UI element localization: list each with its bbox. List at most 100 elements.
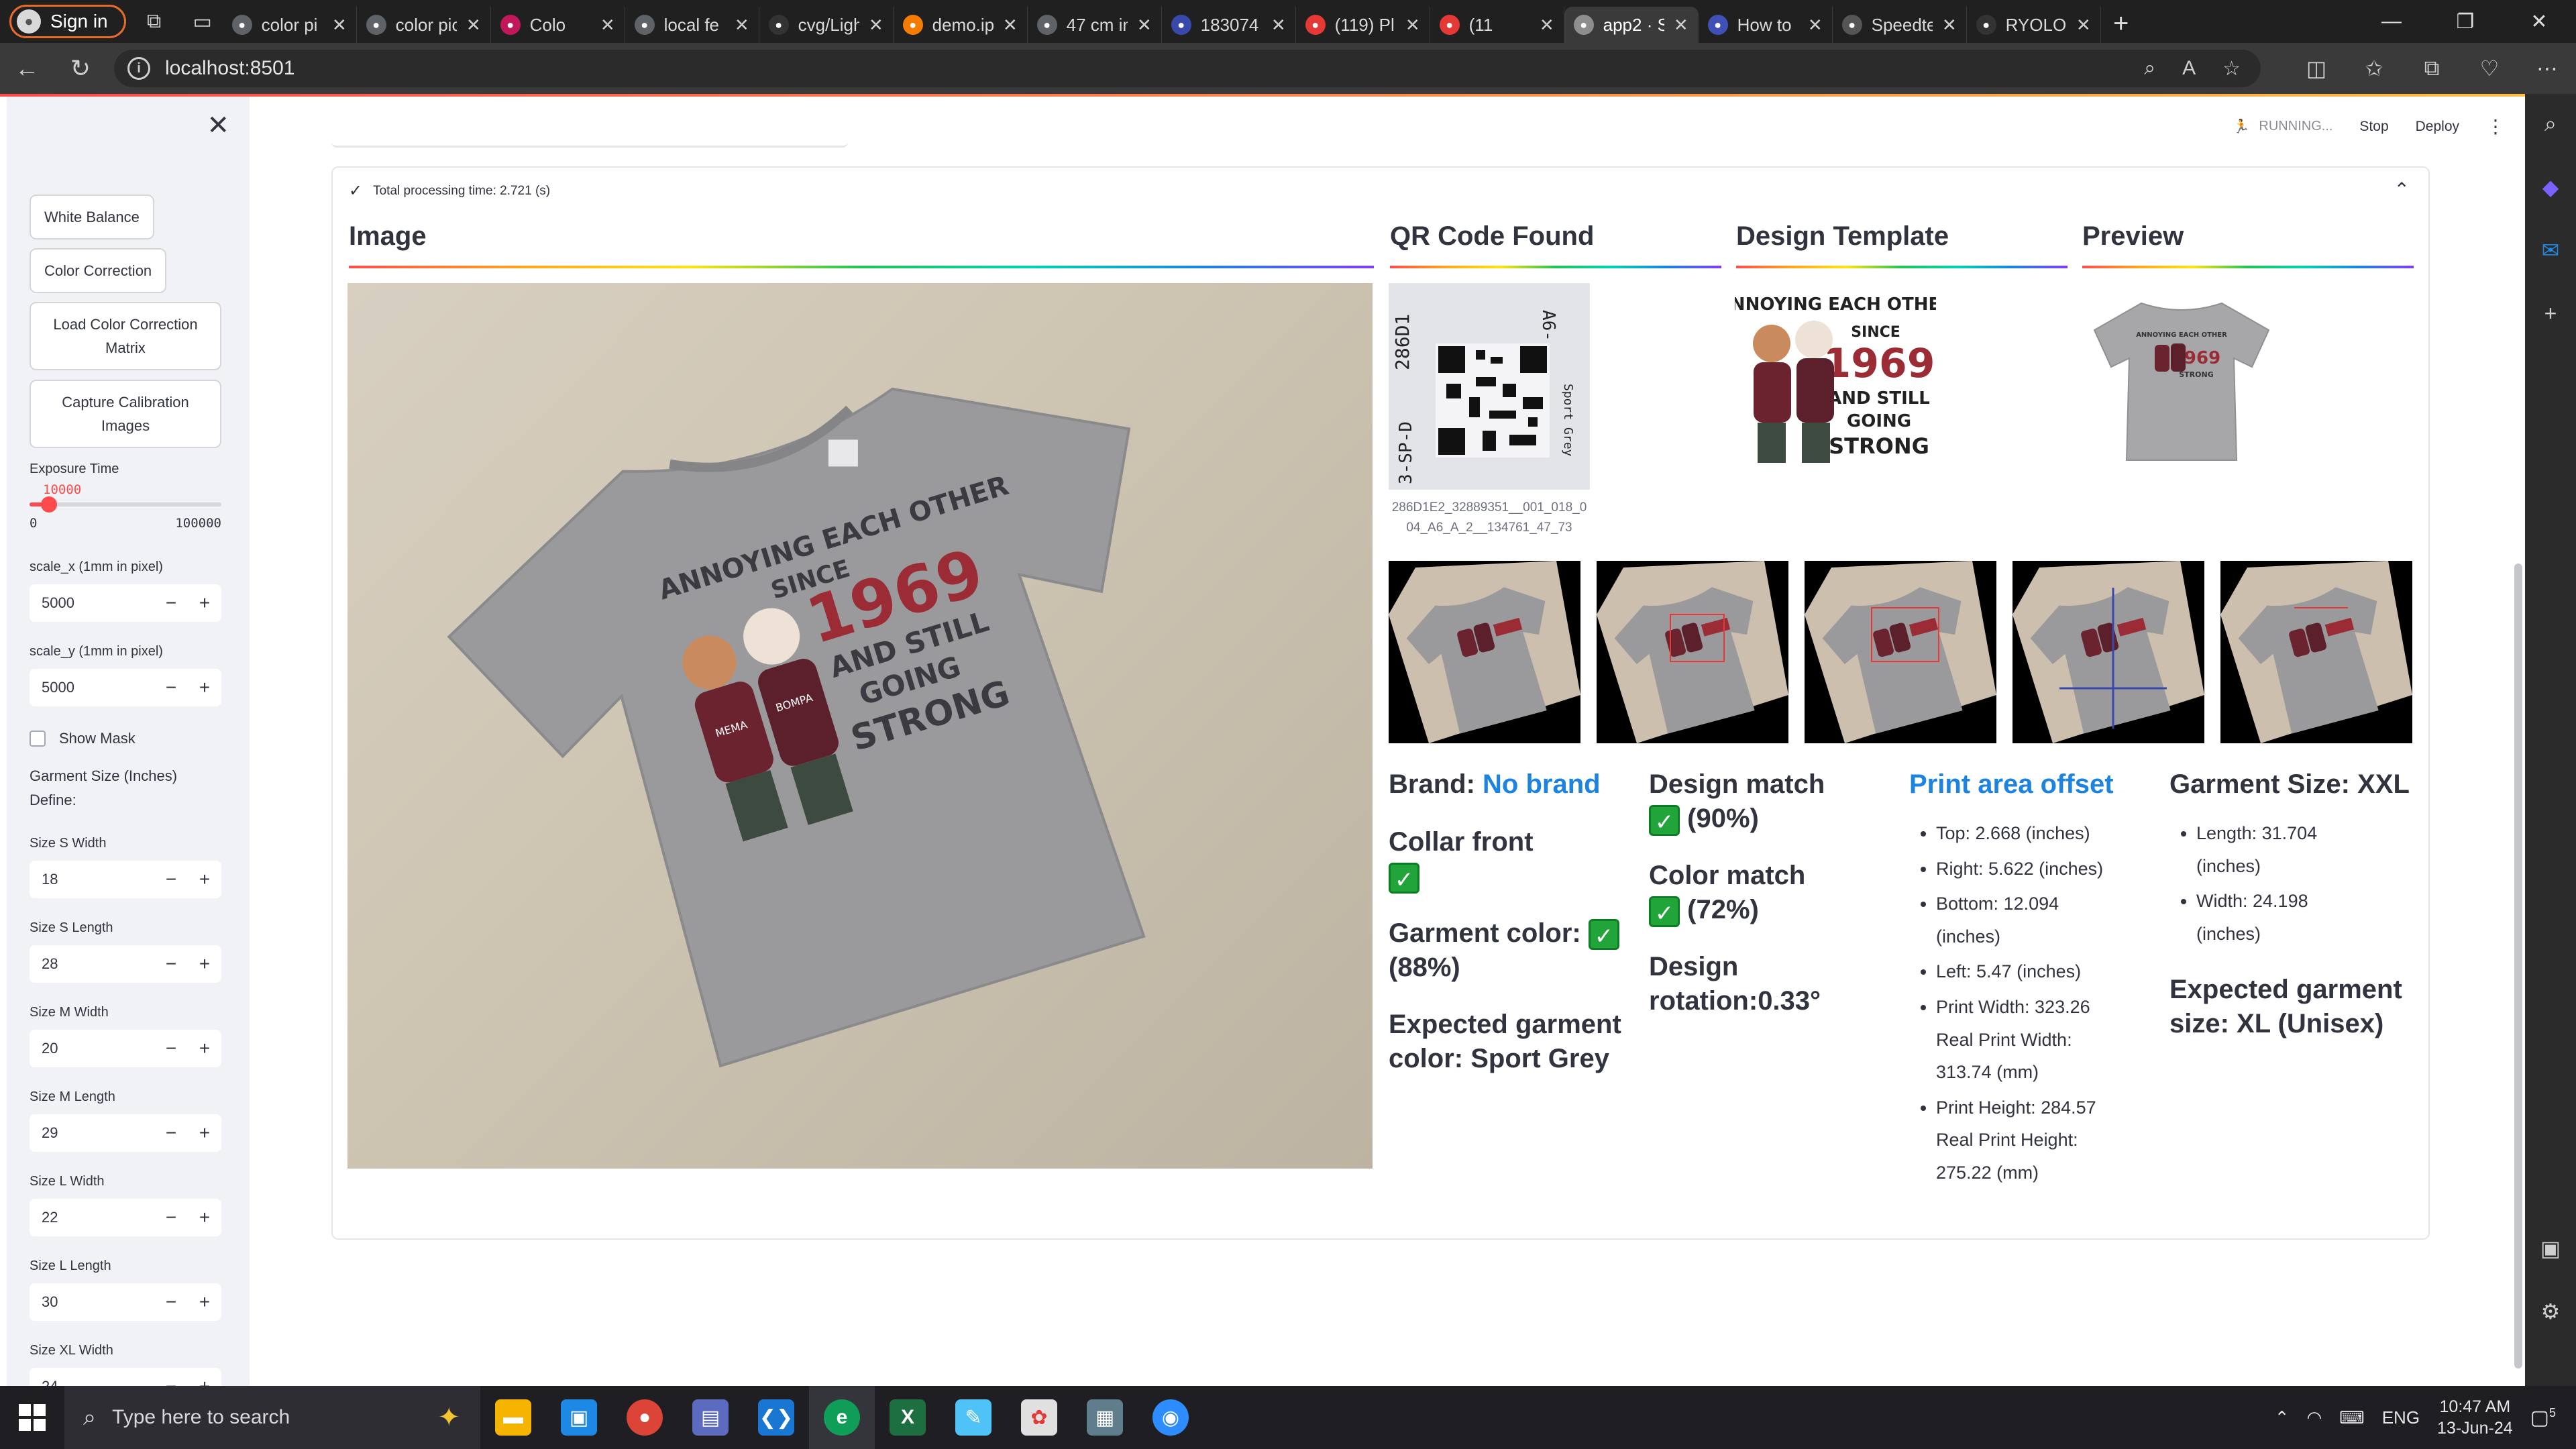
tab-close-icon[interactable]: ✕ [332,15,347,36]
size-input-value[interactable]: 30 [30,1293,154,1311]
windows-start-button[interactable] [0,1386,64,1449]
color-correction-button[interactable]: Color Correction [30,248,167,294]
tab-close-icon[interactable]: ✕ [1674,15,1688,36]
tab-actions-icon[interactable]: ▭ [182,5,223,38]
tab-close-icon[interactable]: ✕ [1808,15,1823,36]
white-balance-button[interactable]: White Balance [30,195,154,240]
tab-close-icon[interactable]: ✕ [1405,15,1420,36]
notepad-icon[interactable]: ✎ [941,1386,1006,1449]
expander-header[interactable]: ✓ Total processing time: 2.721 (s) [349,181,550,201]
size-number-input[interactable]: 18− + [30,861,221,898]
browser-tab[interactable]: ● How to ✕ [1699,7,1833,43]
size-input-value[interactable]: 29 [30,1124,154,1142]
favorite-star-icon[interactable]: ☆ [2222,57,2241,80]
size-decrement-button[interactable]: − [154,1291,188,1313]
language-indicator[interactable]: ENG [2382,1407,2420,1428]
size-number-input[interactable]: 29− + [30,1114,221,1152]
size-increment-button[interactable]: + [188,869,221,890]
profile-sign-in-button[interactable]: ● Sign in [9,5,126,38]
size-number-input[interactable]: 22− + [30,1199,221,1236]
restore-icon[interactable]: ❐ [2428,0,2502,43]
excel-icon[interactable]: X [875,1386,941,1449]
stop-button[interactable]: Stop [2359,119,2388,135]
tab-close-icon[interactable]: ✕ [1942,15,1957,36]
size-decrement-button[interactable]: − [154,1376,188,1386]
size-increment-button[interactable]: + [188,1122,221,1144]
performance-icon[interactable]: ♡ [2461,43,2518,94]
browser-tab[interactable]: ● local fe ✕ [625,7,759,43]
window-close-icon[interactable]: ✕ [2502,0,2576,43]
size-number-input[interactable]: 20− + [30,1030,221,1067]
size-increment-button[interactable]: + [188,953,221,975]
chevron-up-icon[interactable]: ⌃ [2394,178,2410,201]
tab-close-icon[interactable]: ✕ [1003,15,1018,36]
wifi-icon[interactable]: ◠ [2306,1407,2322,1428]
browser-tab[interactable]: ● color pi ✕ [223,7,357,43]
load-color-correction-matrix-button[interactable]: Load Color Correction Matrix [30,302,221,371]
workspaces-icon[interactable]: ⧉ [134,5,174,38]
size-increment-button[interactable]: + [188,1291,221,1313]
scale-y-decrement-button[interactable]: − [154,677,188,698]
browser-tab[interactable]: ● color pic ✕ [357,7,491,43]
refresh-icon[interactable]: ↻ [54,43,107,94]
tab-close-icon[interactable]: ✕ [735,15,749,36]
sidebar-settings-gear-icon[interactable]: ⚙ [2534,1295,2567,1328]
scale-y-input[interactable]: 5000 − + [30,669,221,706]
chrome-icon[interactable]: ● [612,1386,678,1449]
calculator-icon[interactable]: ▦ [1072,1386,1138,1449]
tab-close-icon[interactable]: ✕ [2076,15,2091,36]
sidebar-close-icon[interactable]: ✕ [207,110,229,141]
browser-tab[interactable]: ● cvg/Ligh ✕ [759,7,894,43]
store-icon[interactable]: ▣ [546,1386,612,1449]
size-input-value[interactable]: 28 [30,955,154,973]
size-increment-button[interactable]: + [188,1207,221,1228]
scale-x-decrement-button[interactable]: − [154,592,188,614]
add-sidebar-app-icon[interactable]: + [2534,297,2567,330]
sidebar-search-icon[interactable]: ⌕ [2534,107,2567,141]
zoom-app-icon[interactable]: ◉ [1138,1386,1203,1449]
size-number-input[interactable]: 30− + [30,1283,221,1321]
exposure-time-slider[interactable] [30,496,221,513]
exposure-slider-handle[interactable] [40,496,57,513]
show-mask-checkbox-box[interactable] [30,731,46,747]
remote-desktop-icon[interactable]: ▤ [678,1386,743,1449]
more-menu-icon[interactable]: ⋯ [2518,43,2576,94]
capture-calibration-images-button[interactable]: Capture Calibration Images [30,380,221,449]
tray-overflow-chevron-icon[interactable]: ⌃ [2275,1407,2290,1428]
notifications-icon[interactable]: ▢5 [2530,1406,2556,1430]
favorites-icon[interactable]: ✩ [2345,43,2403,94]
size-decrement-button[interactable]: − [154,869,188,890]
read-aloud-icon[interactable]: A [2182,57,2196,80]
browser-tab[interactable]: ● RYOLO ✕ [1967,7,2101,43]
screen-capture-icon[interactable]: ▣ [2534,1232,2567,1265]
scale-y-increment-button[interactable]: + [188,677,221,698]
browser-tab[interactable]: ● 47 cm in ✕ [1028,7,1162,43]
scale-y-value[interactable]: 5000 [30,679,154,696]
site-info-icon[interactable]: i [127,57,150,80]
browser-tab[interactable]: ● demo.ip ✕ [894,7,1028,43]
app-menu-icon[interactable]: ⋮ [2486,115,2505,138]
back-arrow-icon[interactable]: ← [0,43,54,94]
size-input-value[interactable]: 18 [30,871,154,888]
browser-tab[interactable]: ● (11 ✕ [1430,7,1564,43]
copilot-icon[interactable]: ◆ [2534,170,2567,204]
size-input-value[interactable]: 20 [30,1040,154,1057]
size-number-input[interactable]: 24−+ [30,1368,221,1386]
size-decrement-button[interactable]: − [154,1207,188,1228]
print-area-offset-link[interactable]: Print area offset [1909,769,2114,799]
size-decrement-button[interactable]: − [154,953,188,975]
size-decrement-button[interactable]: − [154,1122,188,1144]
size-input-value[interactable]: 22 [30,1209,154,1226]
size-decrement-button[interactable]: − [154,1038,188,1059]
minimize-icon[interactable]: — [2355,0,2428,43]
size-number-input[interactable]: 28− + [30,945,221,983]
collections-icon[interactable]: ⧉ [2403,43,2461,94]
taskbar-clock[interactable]: 10:47 AM 13-Jun-24 [2437,1396,2513,1440]
tab-close-icon[interactable]: ✕ [1540,15,1554,36]
size-increment-button[interactable]: + [188,1038,221,1059]
file-explorer-icon[interactable]: ▬ [480,1386,546,1449]
browser-tab[interactable]: ● Speedte ✕ [1833,7,1967,43]
tab-close-icon[interactable]: ✕ [1137,15,1152,36]
edge-icon[interactable]: e [809,1386,875,1449]
browser-tab[interactable]: ● Colo ✕ [491,7,625,43]
